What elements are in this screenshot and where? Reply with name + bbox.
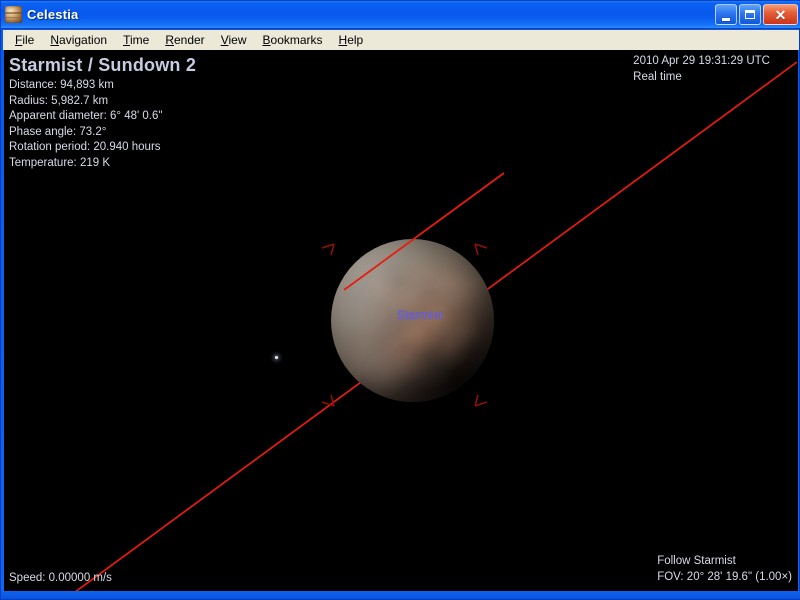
maximize-icon [745,10,755,19]
info-radius: Radius: 5,982.7 km [9,94,109,107]
info-phase-angle: Phase angle: 73.2° [9,125,107,138]
info-rotation-period: Rotation period: 20.940 hours [9,141,161,153]
menu-item-bookmarks[interactable]: Bookmarks [255,31,331,49]
info-temperature: Temperature: 219 K [9,156,111,169]
field-of-view: FOV: 20° 28' 19.6" (1.00×) [657,570,792,583]
time-panel: 2010 Apr 29 19:31:29 UTC Real time [633,54,770,85]
travel-speed: Speed: 0.00000 m/s [9,571,112,584]
close-icon: ✕ [774,6,787,23]
window-bottom-border [1,591,800,599]
menu-item-time[interactable]: Time [115,31,157,49]
menu-item-file[interactable]: File [7,31,42,49]
planet-icon [5,6,22,23]
simulation-datetime: 2010 Apr 29 19:31:29 UTC [633,55,770,67]
close-button[interactable]: ✕ [763,4,798,25]
planet-label: Starmist [397,308,443,322]
minimize-icon [722,18,730,21]
render-viewport[interactable]: Starmist Starmist / Sundown 2 Distance: … [4,50,798,591]
maximize-button[interactable] [739,4,761,25]
follow-mode: Follow Starmist [657,555,736,567]
object-info-panel: Starmist / Sundown 2 Distance: 94,893 km… [9,54,196,171]
title-bar[interactable]: Celestia ✕ [1,1,800,29]
speed-panel: Speed: 0.00000 m/s [9,571,112,587]
follow-panel: Follow Starmist FOV: 20° 28' 19.6" (1.00… [657,554,792,585]
window-title: Celestia [27,7,79,22]
window-controls: ✕ [715,4,798,25]
menu-item-view[interactable]: View [213,31,255,49]
minimize-button[interactable] [715,4,737,25]
menu-item-render[interactable]: Render [157,31,212,49]
info-distance: Distance: 94,893 km [9,79,114,91]
info-apparent-diameter: Apparent diameter: 6° 48' 0.6" [9,110,163,122]
menu-item-help[interactable]: Help [331,31,372,49]
menu-bar: File Navigation Time Render View Bookmar… [3,30,799,50]
menu-item-navigation[interactable]: Navigation [42,31,115,49]
background-star [275,356,278,359]
object-name: Starmist / Sundown 2 [9,55,197,75]
time-mode: Real time [633,70,682,83]
celestia-window: Celestia ✕ File Navigation Time Render V… [0,0,800,600]
